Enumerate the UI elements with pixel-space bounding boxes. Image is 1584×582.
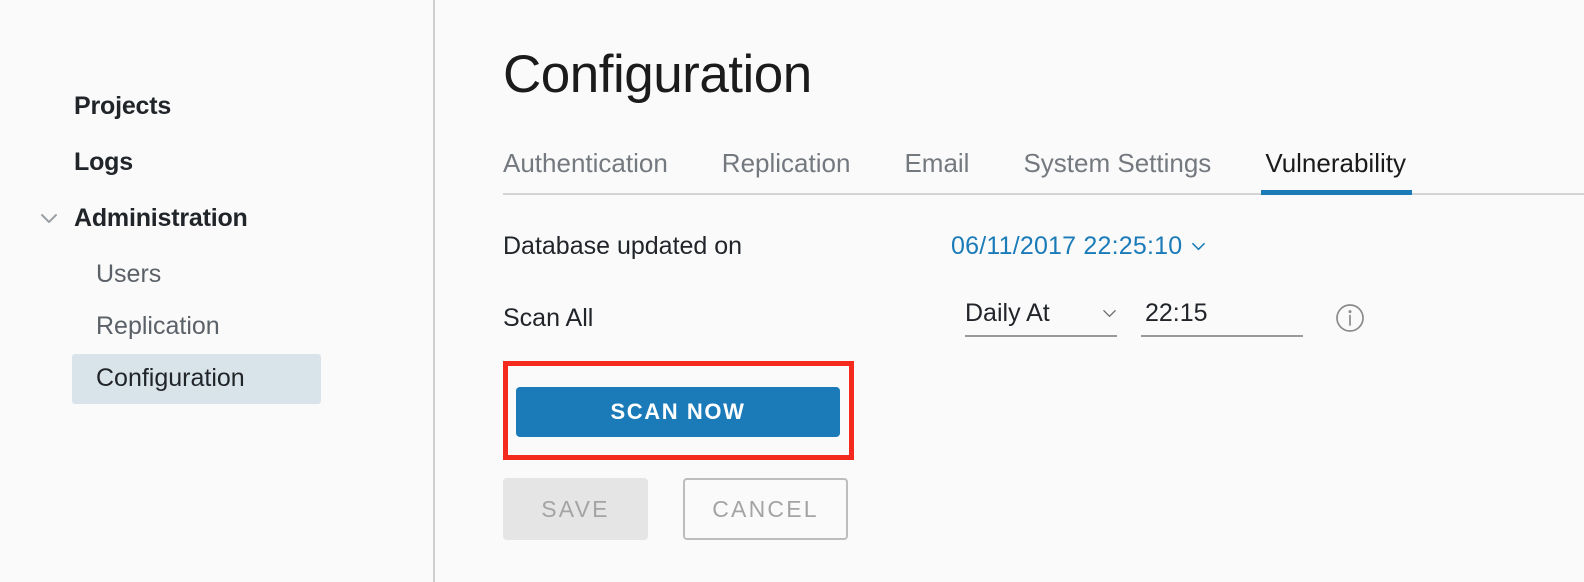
- info-circle-icon[interactable]: [1335, 303, 1365, 333]
- tab-label: Authentication: [503, 148, 668, 178]
- tab-label: Replication: [721, 148, 851, 178]
- sidebar: Projects Logs Administration Users Repli…: [0, 0, 435, 582]
- sidebar-item-label: Replication: [96, 311, 220, 340]
- chevron-down-icon: [1192, 242, 1206, 250]
- scan-all-row: Scan All Daily At 22:15: [503, 297, 1584, 339]
- tab-replication[interactable]: Replication: [722, 148, 851, 193]
- scan-all-label: Scan All: [503, 303, 594, 332]
- sidebar-item-label: Projects: [74, 91, 172, 120]
- sidebar-item-label: Administration: [74, 203, 248, 232]
- sidebar-item-label: Users: [96, 259, 162, 288]
- save-button[interactable]: SAVE: [503, 478, 648, 540]
- sidebar-item-label: Configuration: [96, 363, 245, 392]
- database-updated-row: Database updated on 06/11/2017 22:25:10: [503, 225, 1584, 267]
- scan-now-button[interactable]: SCAN NOW: [516, 387, 840, 437]
- tab-label: Vulnerability: [1265, 148, 1406, 178]
- sidebar-item-replication[interactable]: Replication: [0, 306, 433, 346]
- sidebar-item-logs[interactable]: Logs: [0, 142, 433, 182]
- tab-system-settings[interactable]: System Settings: [1023, 148, 1211, 193]
- tab-vulnerability[interactable]: Vulnerability: [1261, 148, 1412, 195]
- scan-schedule-value: Daily At: [965, 299, 1050, 327]
- sidebar-item-administration[interactable]: Administration: [0, 198, 433, 238]
- form-actions: SAVE CANCEL: [503, 478, 1584, 540]
- tab-bar: Authentication Replication Email System …: [503, 137, 1584, 195]
- page-title: Configuration: [503, 45, 812, 104]
- sidebar-item-projects[interactable]: Projects: [0, 86, 433, 126]
- scan-time-value: 22:15: [1145, 299, 1208, 327]
- sidebar-item-configuration[interactable]: Configuration: [0, 354, 433, 404]
- scan-now-container: SCAN NOW: [503, 361, 854, 460]
- sidebar-item-users[interactable]: Users: [0, 254, 433, 294]
- tab-label: System Settings: [1023, 148, 1212, 178]
- scan-time-input[interactable]: 22:15: [1141, 299, 1303, 337]
- scan-schedule-select[interactable]: Daily At: [965, 299, 1117, 337]
- database-updated-label: Database updated on: [503, 231, 743, 260]
- chevron-down-icon: [1103, 310, 1116, 317]
- tab-label: Email: [904, 148, 970, 178]
- cancel-button[interactable]: CANCEL: [683, 478, 848, 540]
- tab-email[interactable]: Email: [904, 148, 969, 193]
- sidebar-item-label: Logs: [74, 147, 133, 176]
- database-updated-value-dropdown[interactable]: 06/11/2017 22:25:10: [951, 232, 1206, 261]
- app-root: Projects Logs Administration Users Repli…: [0, 0, 1584, 582]
- chevron-down-icon[interactable]: [38, 207, 60, 229]
- main-content: Configuration Authentication Replication…: [435, 0, 1584, 582]
- tab-authentication[interactable]: Authentication: [503, 148, 668, 193]
- database-updated-value: 06/11/2017 22:25:10: [951, 231, 1183, 260]
